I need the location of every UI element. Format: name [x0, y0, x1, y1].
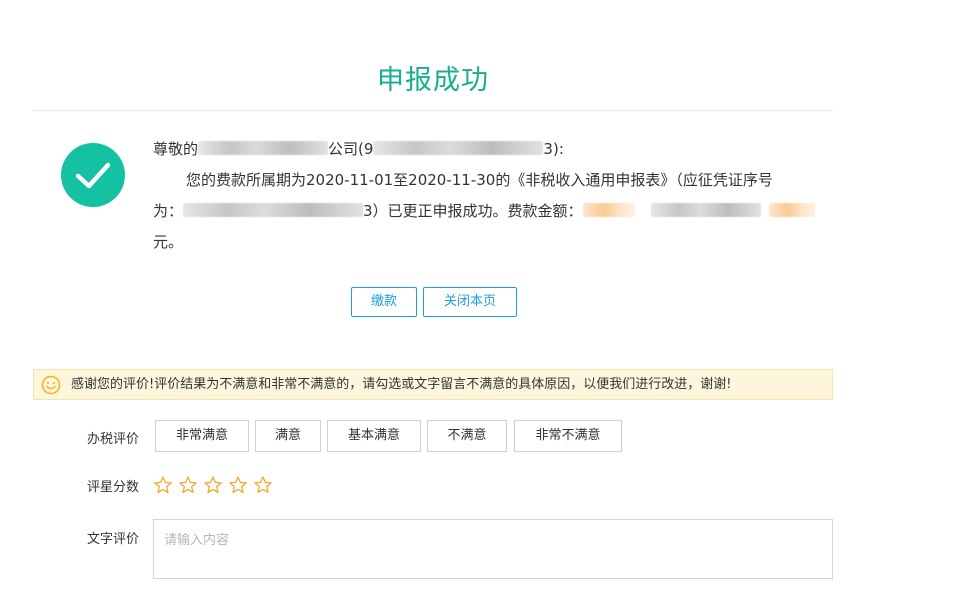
redacted-voucher-number [183, 203, 364, 217]
message-body-line2-prefix: 为： [153, 202, 184, 220]
rating-option-basically-satisfied[interactable]: 基本满意 [327, 420, 421, 452]
star-icon[interactable] [178, 475, 198, 495]
message-body-line3: 元。 [153, 233, 184, 251]
comment-label: 文字评价 [87, 532, 140, 547]
page-title: 申报成功 [377, 65, 489, 96]
notice-text: 感谢您的评价!评价结果为不满意和非常不满意的，请勾选或文字留言不满意的具体原因，… [71, 377, 732, 392]
star-icon[interactable] [228, 475, 248, 495]
salutation-company: 公司(9 [328, 140, 374, 158]
rating-option-very-dissatisfied[interactable]: 非常不满意 [514, 420, 622, 452]
star-icon[interactable] [153, 475, 173, 495]
comment-input[interactable] [153, 519, 833, 579]
message-body-line2: 3）已更正申报成功。费款金额： [363, 202, 583, 220]
star-icon[interactable] [253, 475, 273, 495]
salutation-prefix: 尊敬的 [153, 140, 199, 158]
salutation-suffix: 3): [543, 140, 564, 158]
title-divider [33, 110, 833, 111]
evaluation-notice: 感谢您的评价!评价结果为不满意和非常不满意的，请勾选或文字留言不满意的具体原因，… [33, 369, 833, 400]
success-check-icon [61, 143, 125, 207]
success-message: 尊敬的 公司(9 3): 您的费款所属期为2020-11-01至2020-11-30… [153, 134, 843, 258]
redacted-company-name [198, 141, 329, 155]
star-score-label: 评星分数 [87, 480, 140, 495]
rating-option-satisfied[interactable]: 满意 [255, 420, 321, 452]
close-page-button[interactable]: 关闭本页 [423, 287, 517, 317]
message-body-line1: 您的费款所属期为2020-11-01至2020-11-30的《非税收入通用申报表… [186, 171, 773, 189]
redacted-amount-part2 [650, 203, 761, 217]
rating-label: 办税评价 [87, 432, 140, 447]
star-icon[interactable] [203, 475, 223, 495]
rating-option-dissatisfied[interactable]: 不满意 [427, 420, 507, 452]
pay-button[interactable]: 缴款 [351, 287, 417, 317]
rating-option-very-satisfied[interactable]: 非常满意 [155, 420, 249, 452]
redacted-amount-part3 [768, 203, 815, 217]
redacted-amount [582, 203, 635, 217]
smile-icon [41, 375, 61, 395]
redacted-tax-id [373, 141, 544, 155]
